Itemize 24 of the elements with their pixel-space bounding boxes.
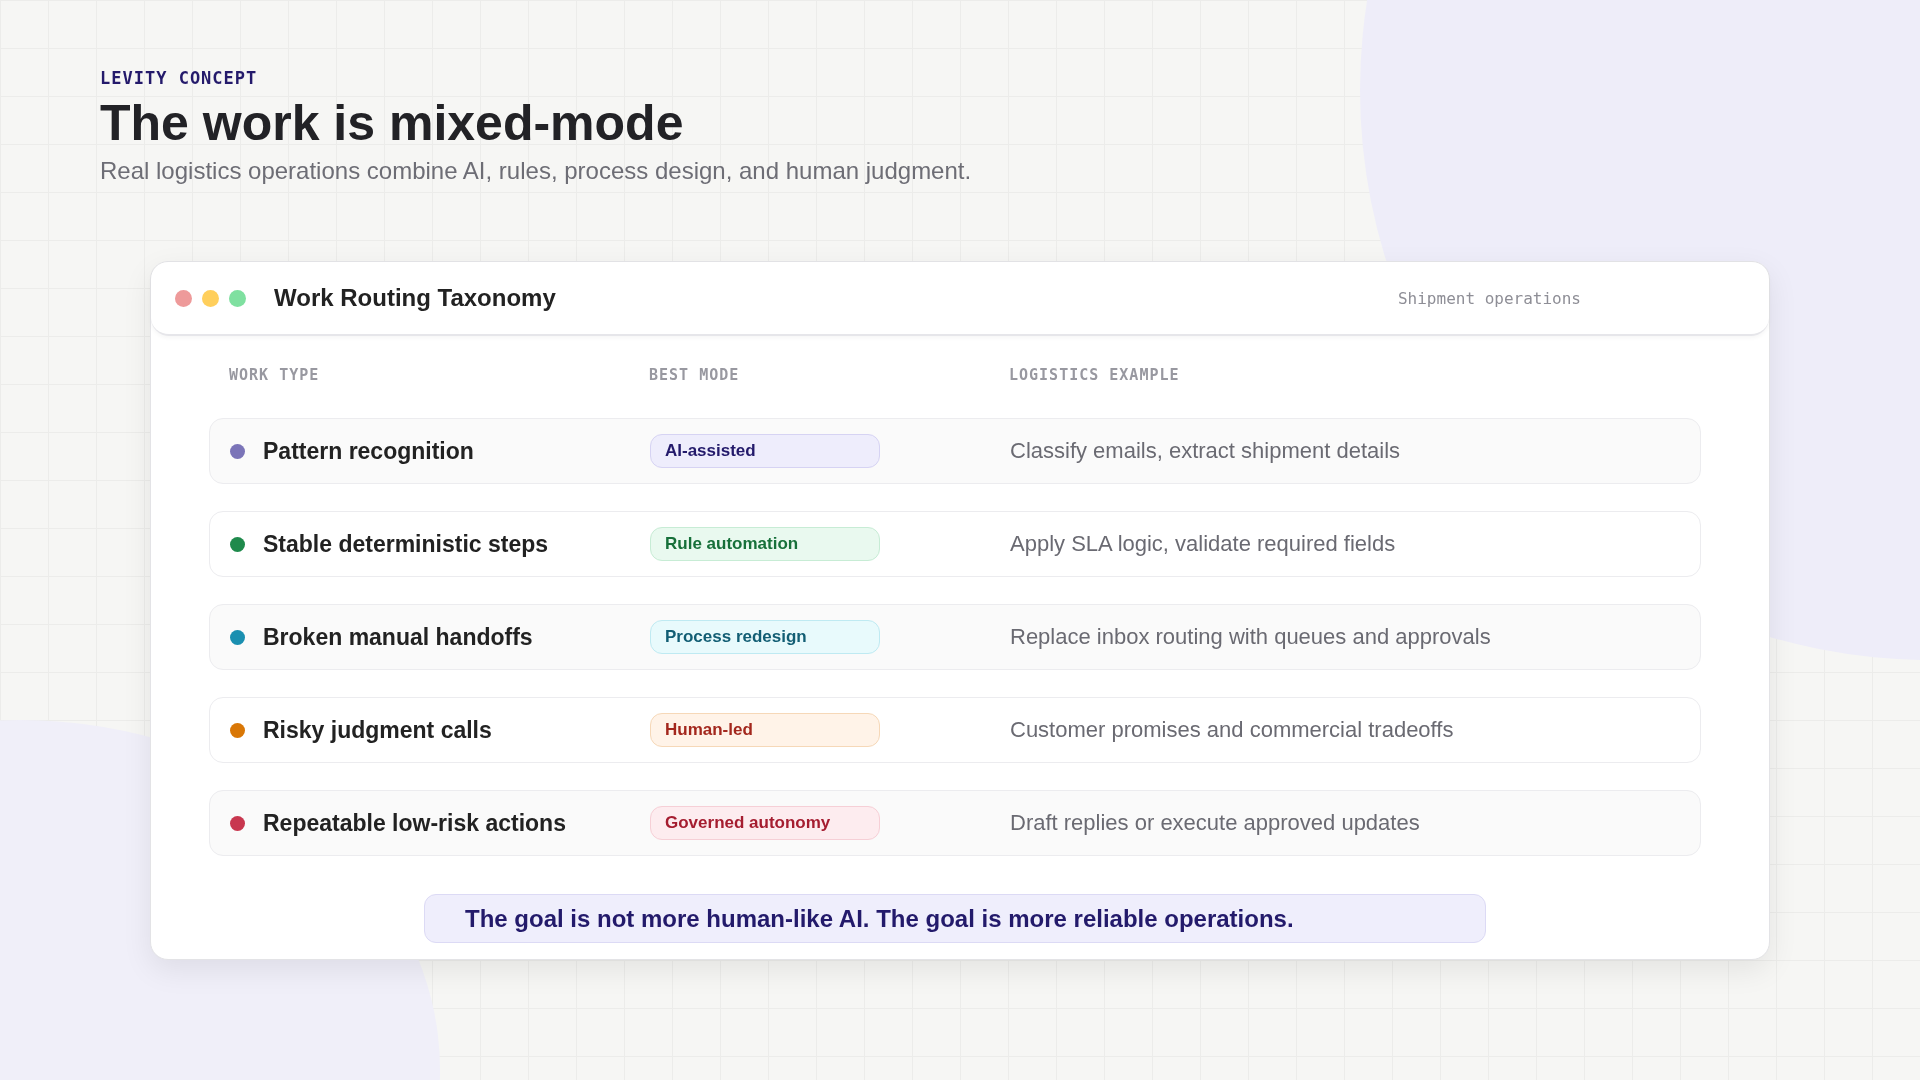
mode-tag: Governed autonomy: [650, 806, 880, 840]
example-text: Draft replies or execute approved updates: [1010, 810, 1420, 836]
callout-banner: The goal is not more human-like AI. The goal is more reliable operations.: [424, 894, 1486, 943]
mode-tag: Rule automation: [650, 527, 880, 561]
mode-tag: AI-assisted: [650, 434, 880, 468]
context-label: Shipment operations: [1397, 288, 1581, 308]
work-type-label: Pattern recognition: [263, 437, 474, 465]
window-title: Work Routing Taxonomy: [274, 284, 556, 312]
example-text: Classify emails, extract shipment details: [1010, 438, 1401, 464]
example-text: Customer promises and commercial tradeoffs: [1010, 717, 1454, 743]
example-text: Apply SLA logic, validate required fields: [1010, 531, 1396, 557]
work-type-label: Risky judgment calls: [263, 716, 492, 744]
work-type-label: Stable deterministic steps: [263, 530, 549, 558]
example-text: Replace inbox routing with queues and approvals: [1010, 624, 1491, 650]
column-header: BEST MODE: [649, 366, 740, 384]
work-type-label: Repeatable low-risk actions: [263, 809, 566, 837]
mode-tag: Process redesign: [650, 620, 880, 654]
slide-title: The work is mixed-mode: [100, 96, 684, 151]
mode-tag: Human-led: [650, 713, 880, 747]
work-type-label: Broken manual handoffs: [263, 623, 533, 651]
eyebrow-label: LEVITY CONCEPT: [100, 68, 258, 88]
column-header: LOGISTICS EXAMPLE: [1009, 366, 1180, 384]
slide-subtitle: Real logistics operations combine AI, rules, process design, and human judgment.: [100, 157, 972, 185]
column-header: WORK TYPE: [229, 366, 320, 384]
